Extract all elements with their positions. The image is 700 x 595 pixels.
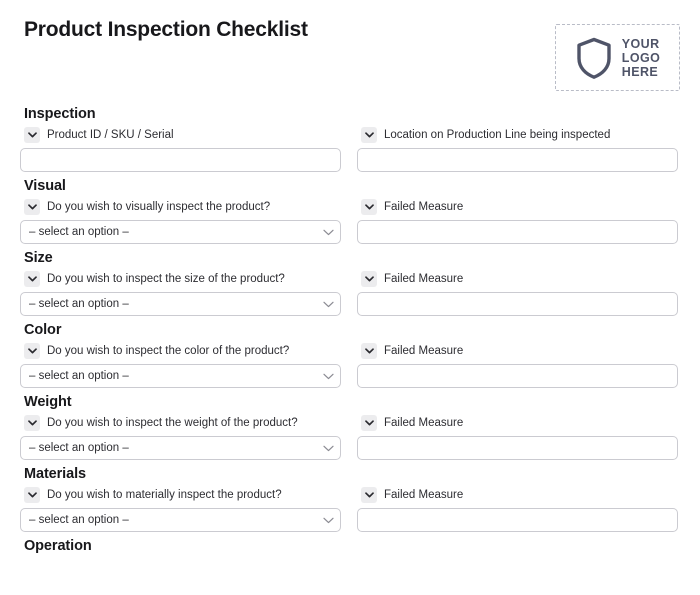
chevron-down-icon[interactable] xyxy=(24,199,40,215)
chevron-down-icon[interactable] xyxy=(361,487,377,503)
field-label-row: Failed Measure xyxy=(361,270,678,288)
chevron-down-icon[interactable] xyxy=(24,343,40,359)
section-inspection: Inspection Product ID / SKU / Serial Locat… xyxy=(20,106,680,172)
select-wrapper: – select an option – xyxy=(20,292,341,316)
form-field-right: Failed Measure xyxy=(357,414,678,460)
chevron-down-icon[interactable] xyxy=(361,415,377,431)
field-label: Failed Measure xyxy=(384,417,464,429)
text-input[interactable] xyxy=(20,148,341,172)
section-materials: Materials Do you wish to materially inspe… xyxy=(20,466,680,532)
field-label-row: Do you wish to visually inspect the prod… xyxy=(24,198,341,216)
chevron-down-icon[interactable] xyxy=(24,127,40,143)
field-label: Product ID / SKU / Serial xyxy=(47,129,174,141)
form-field-right: Failed Measure xyxy=(357,270,678,316)
field-row: Do you wish to visually inspect the prod… xyxy=(20,198,680,244)
page-header: Product Inspection Checklist YOUR LOGO H… xyxy=(20,0,680,100)
chevron-down-icon[interactable] xyxy=(361,271,377,287)
field-label-row: Do you wish to inspect the weight of the… xyxy=(24,414,341,432)
chevron-down-icon[interactable] xyxy=(361,343,377,359)
field-row: Do you wish to inspect the size of the p… xyxy=(20,270,680,316)
form-field-left: Do you wish to inspect the weight of the… xyxy=(20,414,341,460)
checklist-page: Product Inspection Checklist YOUR LOGO H… xyxy=(0,0,700,595)
logo-text-line-2: LOGO xyxy=(621,50,661,65)
field-label: Failed Measure xyxy=(384,345,464,357)
text-input[interactable] xyxy=(357,148,678,172)
field-label: Failed Measure xyxy=(384,201,464,213)
logo-text-line-1: YOUR xyxy=(621,36,660,51)
option-select[interactable]: – select an option – xyxy=(20,292,341,316)
form-field-left: Do you wish to inspect the color of the … xyxy=(20,342,341,388)
shield-icon xyxy=(577,37,611,79)
select-wrapper: – select an option – xyxy=(20,220,341,244)
logo-text: YOUR LOGO HERE xyxy=(622,37,660,79)
field-label: Do you wish to inspect the size of the p… xyxy=(47,273,285,285)
section-weight: Weight Do you wish to inspect the weight … xyxy=(20,394,680,460)
section-visual: Visual Do you wish to visually inspect th… xyxy=(20,178,680,244)
section-heading: Inspection xyxy=(24,106,96,122)
field-label-row: Failed Measure xyxy=(361,198,678,216)
logo-text-line-3: HERE xyxy=(621,64,659,79)
form-field-left: Product ID / SKU / Serial xyxy=(20,126,341,172)
form-field-left: Do you wish to visually inspect the prod… xyxy=(20,198,341,244)
section-color: Color Do you wish to inspect the color of… xyxy=(20,322,680,388)
field-label: Failed Measure xyxy=(384,489,464,501)
field-row: Product ID / SKU / Serial Location on Pro… xyxy=(20,126,680,172)
field-label-row: Do you wish to materially inspect the pr… xyxy=(24,486,341,504)
field-label-row: Do you wish to inspect the size of the p… xyxy=(24,270,341,288)
field-row: Do you wish to inspect the color of the … xyxy=(20,342,680,388)
text-input[interactable] xyxy=(357,364,678,388)
field-label: Location on Production Line being inspec… xyxy=(384,129,611,141)
form-field-right: Location on Production Line being inspec… xyxy=(357,126,678,172)
field-label: Failed Measure xyxy=(384,273,464,285)
chevron-down-icon[interactable] xyxy=(24,415,40,431)
field-label-row: Failed Measure xyxy=(361,414,678,432)
select-wrapper: – select an option – xyxy=(20,436,341,460)
section-heading: Color xyxy=(24,322,62,338)
form-field-left: Do you wish to inspect the size of the p… xyxy=(20,270,341,316)
chevron-down-icon[interactable] xyxy=(361,199,377,215)
section-size: Size Do you wish to inspect the size of t… xyxy=(20,250,680,316)
form-field-right: Failed Measure xyxy=(357,486,678,532)
form-field-left: Do you wish to materially inspect the pr… xyxy=(20,486,341,532)
option-select[interactable]: – select an option – xyxy=(20,508,341,532)
field-row: Do you wish to materially inspect the pr… xyxy=(20,486,680,532)
field-label-row: Product ID / SKU / Serial xyxy=(24,126,341,144)
field-label: Do you wish to materially inspect the pr… xyxy=(47,489,282,501)
chevron-down-icon[interactable] xyxy=(24,271,40,287)
field-label: Do you wish to inspect the color of the … xyxy=(47,345,290,357)
select-wrapper: – select an option – xyxy=(20,508,341,532)
page-title: Product Inspection Checklist xyxy=(24,18,308,41)
field-row: Do you wish to inspect the weight of the… xyxy=(20,414,680,460)
field-label-row: Failed Measure xyxy=(361,342,678,360)
field-label-row: Location on Production Line being inspec… xyxy=(361,126,678,144)
section-operation: Operation xyxy=(20,538,680,554)
section-heading: Size xyxy=(24,250,53,266)
option-select[interactable]: – select an option – xyxy=(20,436,341,460)
section-heading: Materials xyxy=(24,466,86,482)
chevron-down-icon[interactable] xyxy=(361,127,377,143)
text-input[interactable] xyxy=(357,292,678,316)
field-label: Do you wish to visually inspect the prod… xyxy=(47,201,271,213)
field-label-row: Failed Measure xyxy=(361,486,678,504)
select-wrapper: – select an option – xyxy=(20,364,341,388)
option-select[interactable]: – select an option – xyxy=(20,364,341,388)
section-heading: Weight xyxy=(24,394,72,410)
chevron-down-icon[interactable] xyxy=(24,487,40,503)
text-input[interactable] xyxy=(357,508,678,532)
text-input[interactable] xyxy=(357,436,678,460)
section-heading: Visual xyxy=(24,178,66,194)
option-select[interactable]: – select an option – xyxy=(20,220,341,244)
text-input[interactable] xyxy=(357,220,678,244)
logo-placeholder: YOUR LOGO HERE xyxy=(555,24,680,91)
checklist-form: Inspection Product ID / SKU / Serial Locat… xyxy=(20,106,680,554)
form-field-right: Failed Measure xyxy=(357,198,678,244)
field-label-row: Do you wish to inspect the color of the … xyxy=(24,342,341,360)
form-field-right: Failed Measure xyxy=(357,342,678,388)
field-label: Do you wish to inspect the weight of the… xyxy=(47,417,298,429)
section-heading: Operation xyxy=(24,538,92,554)
